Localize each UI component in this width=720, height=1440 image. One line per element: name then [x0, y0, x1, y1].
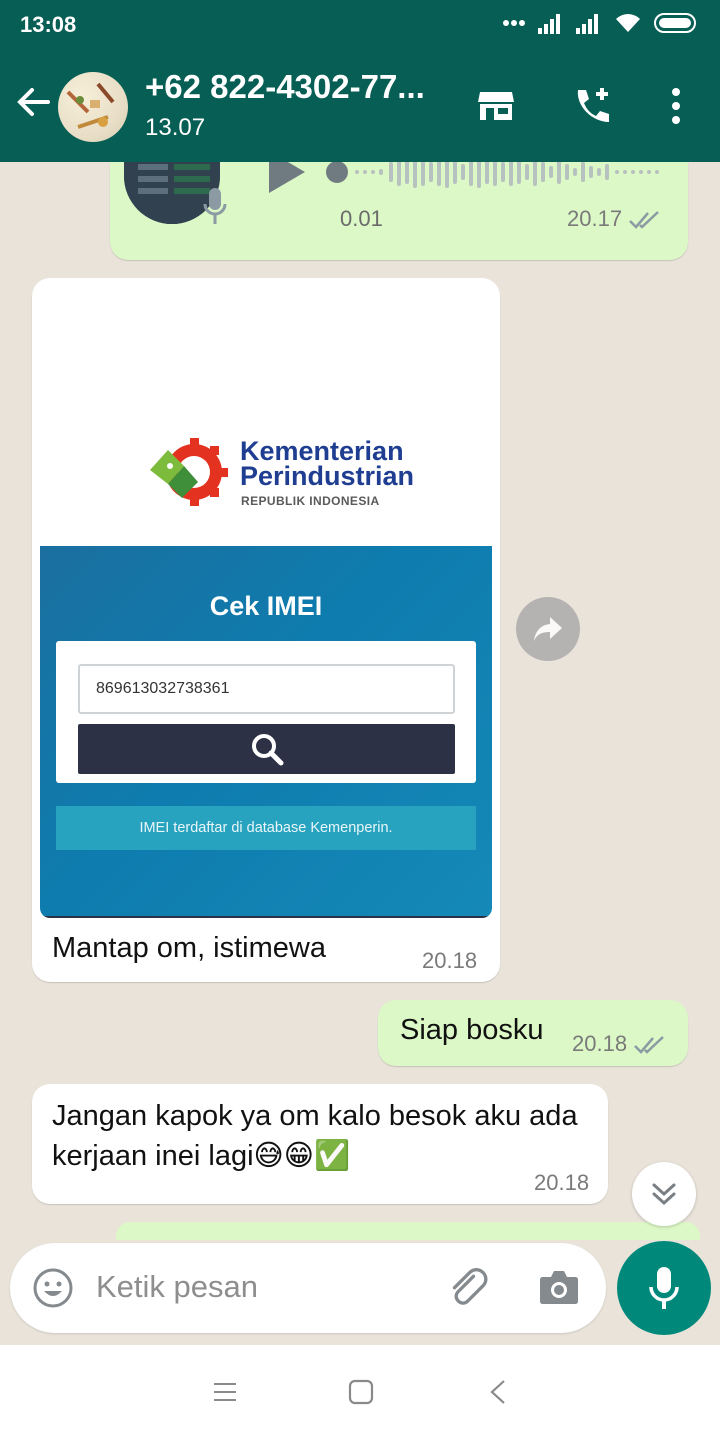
- battery-icon: [654, 13, 696, 33]
- message-text: Jangan kapok ya om kalo besok aku ada ke…: [52, 1100, 578, 1172]
- search-icon: [252, 734, 284, 766]
- alert-banner: IMEI terdaftar di database Kemenperin.: [56, 806, 476, 850]
- status-time: 13:08: [20, 12, 77, 37]
- store-icon[interactable]: [472, 82, 520, 130]
- logo-text-line2: Perindustrian: [240, 461, 415, 491]
- play-icon[interactable]: [265, 162, 309, 197]
- double-check-icon: [634, 1036, 664, 1055]
- status-icons: [502, 12, 700, 34]
- chat-header: +62 822-4302-77... 13.07: [0, 50, 720, 162]
- contact-name[interactable]: +62 822-4302-77...: [145, 68, 445, 106]
- message-text: Siap bosku: [400, 1014, 544, 1046]
- emoji-icon[interactable]: [32, 1267, 74, 1309]
- more-options-icon[interactable]: [652, 82, 700, 130]
- incoming-message[interactable]: Jangan kapok ya om kalo besok aku ada ke…: [32, 1084, 608, 1204]
- screenshot-image[interactable]: Kementerian Perindustrian REPUBLIK INDON…: [40, 286, 492, 918]
- voice-message[interactable]: 0.01 20.17: [110, 162, 688, 260]
- logo-area: Kementerian Perindustrian REPUBLIK INDON…: [40, 286, 492, 541]
- audio-waveform[interactable]: [325, 162, 665, 192]
- message-time: 20.17: [567, 206, 662, 232]
- back-arrow-icon[interactable]: [14, 82, 54, 122]
- last-seen: 13.07: [145, 114, 206, 141]
- signal-icon: [538, 14, 560, 34]
- outgoing-message[interactable]: Siap bosku 20.18: [378, 1000, 688, 1066]
- scroll-to-bottom-button[interactable]: [632, 1162, 696, 1226]
- menu-icon[interactable]: [212, 1381, 238, 1403]
- attachment-icon[interactable]: [448, 1267, 492, 1311]
- partial-outgoing-message[interactable]: [116, 1222, 700, 1240]
- wifi-icon: [616, 14, 640, 32]
- message-input[interactable]: Ketik pesan: [96, 1269, 258, 1305]
- status-bar: 13:08: [0, 0, 720, 50]
- forward-icon: [534, 617, 562, 641]
- camera-icon[interactable]: [537, 1267, 581, 1307]
- image-message[interactable]: Kementerian Perindustrian REPUBLIK INDON…: [32, 278, 500, 982]
- search-button: [78, 724, 455, 774]
- add-call-icon[interactable]: [568, 82, 616, 130]
- double-chevron-down-icon: [652, 1183, 676, 1206]
- forward-button[interactable]: [516, 597, 580, 661]
- system-nav-bar: [0, 1345, 720, 1440]
- avatar-image: [66, 82, 115, 129]
- site-footer: [40, 916, 492, 918]
- message-time: 20.18: [422, 948, 478, 973]
- avatar[interactable]: [58, 72, 128, 142]
- mic-icon: [203, 188, 227, 224]
- image-caption: Mantap om, istimewa: [52, 932, 326, 964]
- double-check-icon: [629, 211, 659, 230]
- chat-area[interactable]: 0.01 20.17 Kementerian Perindustrian REP…: [0, 162, 720, 1240]
- signal-icon: [576, 14, 598, 34]
- microphone-icon: [649, 1267, 679, 1309]
- voice-duration: 0.01: [340, 206, 383, 231]
- message-time: 20.18: [534, 1170, 590, 1195]
- imei-input: 869613032738361: [78, 664, 455, 714]
- kemenperin-logo-icon: [150, 438, 228, 506]
- message-time: 20.18: [572, 1031, 667, 1057]
- dots-icon: [503, 20, 525, 26]
- back-icon[interactable]: [488, 1379, 508, 1405]
- message-composer[interactable]: Ketik pesan: [10, 1243, 606, 1333]
- logo-text-line3: REPUBLIK INDONESIA: [241, 494, 380, 508]
- page-title: Cek IMEI: [209, 591, 323, 621]
- voice-record-button[interactable]: [617, 1241, 711, 1335]
- home-icon[interactable]: [348, 1379, 374, 1405]
